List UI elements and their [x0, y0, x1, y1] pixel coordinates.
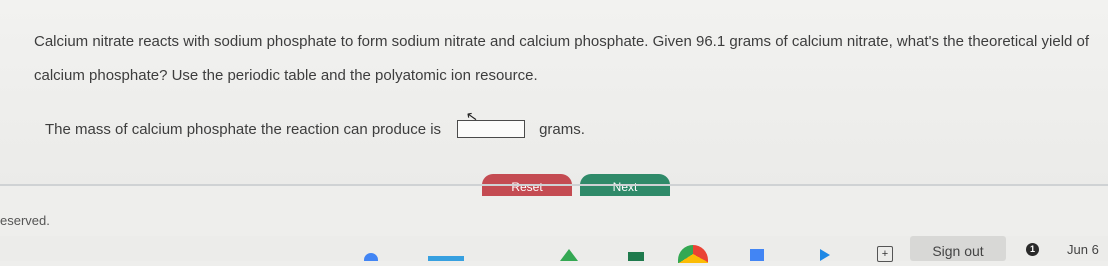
screen-capture-icon[interactable]: +: [877, 246, 893, 262]
answer-prompt: The mass of calcium phosphate the reacti…: [45, 120, 442, 138]
divider: [0, 184, 1108, 186]
date-display[interactable]: Jun 6: [1067, 242, 1099, 257]
question-panel: Calcium nitrate reacts with sodium phosp…: [0, 0, 1108, 185]
google-drive-icon[interactable]: [560, 249, 578, 261]
mouse-cursor-icon: ↖: [464, 107, 480, 125]
copyright-text: eserved.: [0, 213, 50, 228]
answer-input[interactable]: ↖: [457, 107, 526, 138]
answer-unit: grams.: [539, 120, 585, 138]
sign-out-button[interactable]: Sign out: [910, 236, 1006, 261]
answer-row: The mass of calcium phosphate the reacti…: [45, 107, 585, 140]
play-icon[interactable]: [820, 249, 830, 261]
chrome-icon[interactable]: [364, 253, 378, 261]
question-text: Calcium nitrate reacts with sodium phosp…: [34, 33, 1090, 84]
browser-window-icon[interactable]: [428, 256, 464, 261]
docs-icon[interactable]: [750, 249, 764, 261]
notification-badge[interactable]: 1: [1026, 243, 1039, 256]
sheets-icon[interactable]: [628, 252, 644, 261]
